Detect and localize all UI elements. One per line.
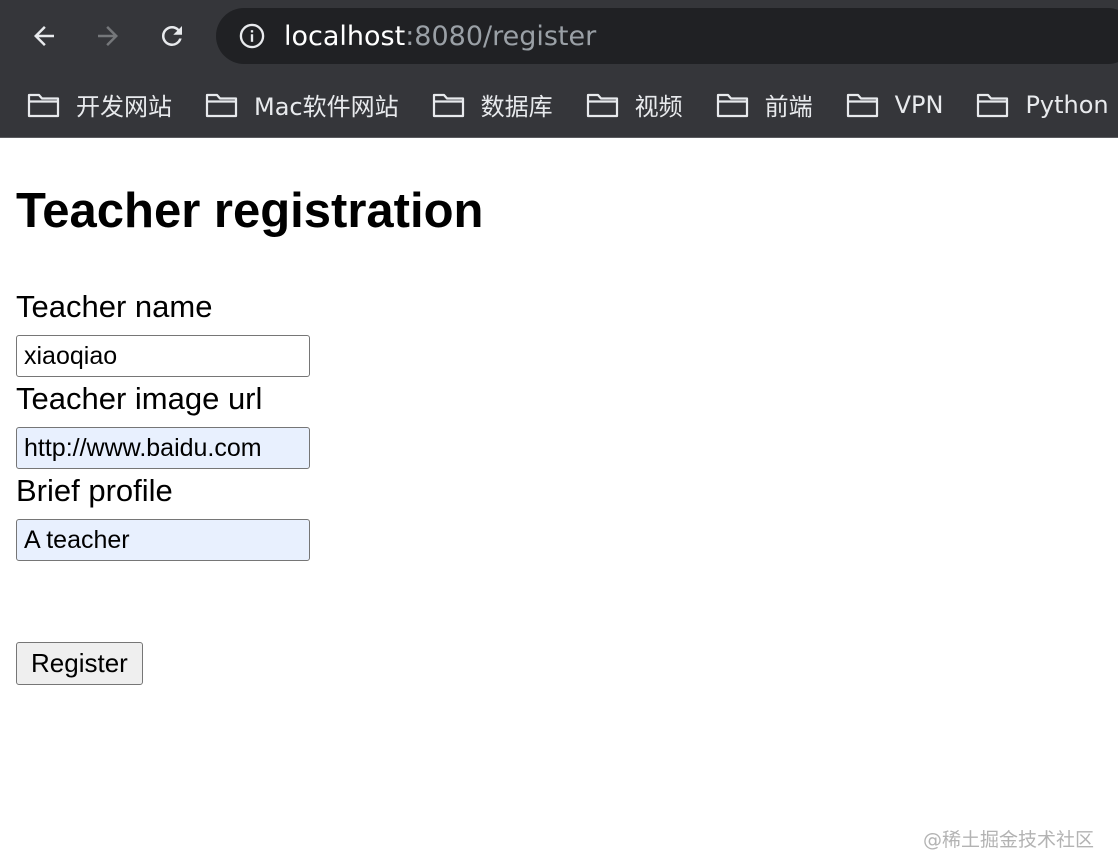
brief-profile-input[interactable] (16, 519, 310, 561)
watermark: @稀土掘金技术社区 (922, 829, 1094, 851)
bookmark-label: Mac软件网站 (254, 93, 399, 121)
teacher-name-input[interactable] (16, 335, 310, 377)
reload-icon (161, 25, 182, 46)
browser-toolbar: localhost:8080/register (0, 0, 1118, 72)
folder-icon (846, 93, 878, 117)
folder-icon (977, 93, 1009, 117)
bookmark-folder[interactable]: Python (976, 81, 1109, 129)
browser-chrome: localhost:8080/register 开发网站 Mac软件网站 数据库 (0, 0, 1118, 138)
brief-profile-label: Brief profile (16, 473, 173, 508)
url-text: localhost:8080/register (284, 21, 596, 52)
info-icon[interactable] (238, 22, 266, 50)
teacher-name-label: Teacher name (16, 289, 213, 324)
folder-icon (432, 93, 464, 117)
folder-icon (586, 93, 618, 117)
teacher-image-url-input[interactable] (16, 427, 310, 469)
bookmark-folder[interactable]: 开发网站 (27, 81, 172, 129)
arrow-left-icon (34, 26, 54, 46)
bookmark-folder[interactable]: 前端 (716, 81, 813, 129)
forward-button[interactable] (86, 14, 130, 58)
page-content: Teacher registration Teacher name Teache… (0, 138, 1118, 868)
folder-icon (716, 93, 748, 117)
page-title: Teacher registration (16, 184, 484, 238)
bookmark-label: 前端 (764, 93, 813, 121)
bookmarks-bar: 开发网站 Mac软件网站 数据库 视频 前端 VPN Python (0, 72, 1118, 138)
bookmark-label: 开发网站 (76, 93, 172, 121)
url-host: localhost (284, 20, 406, 52)
back-button[interactable] (22, 14, 66, 58)
bookmark-label: VPN (894, 90, 944, 119)
teacher-image-url-label: Teacher image url (16, 381, 263, 416)
bookmark-label: Python (1025, 90, 1109, 119)
register-button[interactable]: Register (16, 642, 143, 685)
bookmark-folder[interactable]: VPN (846, 81, 944, 129)
bookmark-label: 数据库 (480, 93, 553, 121)
arrow-right-icon (98, 26, 118, 46)
bookmark-label: 视频 (634, 93, 683, 121)
bookmark-folder[interactable]: 数据库 (432, 81, 553, 129)
url-path: :8080/register (405, 20, 597, 52)
bookmark-folder[interactable]: 视频 (586, 81, 683, 129)
bookmark-folder[interactable]: Mac软件网站 (205, 81, 399, 129)
reload-button[interactable] (150, 14, 194, 58)
folder-icon (27, 93, 60, 117)
address-bar[interactable]: localhost:8080/register (216, 8, 1118, 64)
folder-icon (205, 93, 238, 117)
